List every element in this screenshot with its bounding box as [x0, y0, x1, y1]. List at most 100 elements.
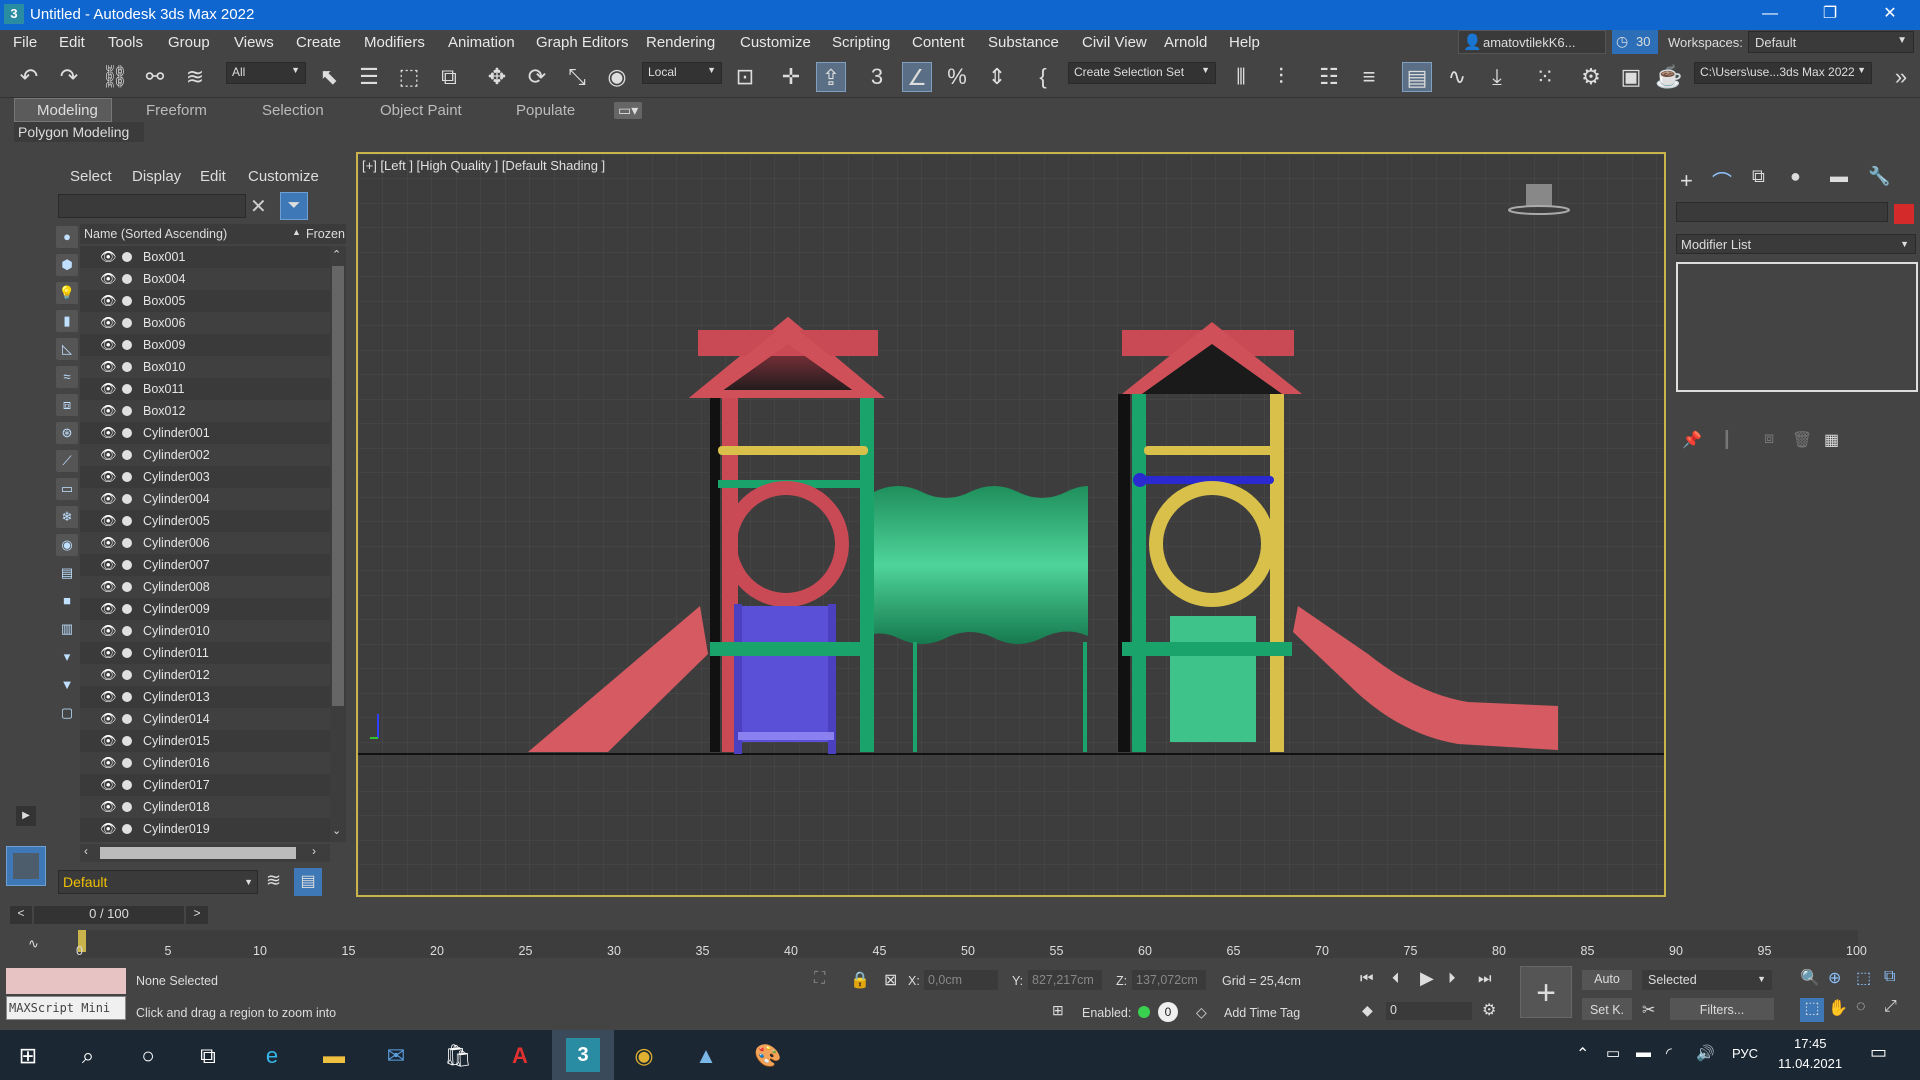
menu-content[interactable]: Content — [912, 34, 965, 51]
scroll-left-icon[interactable]: ‹ — [84, 844, 88, 858]
pivot-center-icon[interactable]: ⊡ — [730, 62, 760, 92]
xref-filter-icon[interactable]: ⊛ — [56, 422, 78, 444]
utilities-tab-icon[interactable]: 🔧 — [1868, 166, 1890, 187]
list-item[interactable]: 👁 Cylinder005 — [80, 510, 330, 532]
tray-chevron-icon[interactable]: ⌃ — [1576, 1044, 1589, 1064]
container-filter-icon[interactable]: ▭ — [56, 478, 78, 500]
selection-filter-dropdown[interactable]: All ▼ — [226, 62, 306, 84]
time-next-icon[interactable]: > — [186, 906, 208, 924]
list-item[interactable]: 👁 Box001 — [80, 246, 330, 268]
group-filter-icon[interactable]: ⧈ — [56, 394, 78, 416]
render-toggle-icon[interactable] — [122, 384, 132, 394]
list-icon[interactable]: ▥ — [56, 618, 78, 640]
acrobat-icon[interactable]: A — [502, 1038, 538, 1074]
funnel-icon[interactable]: ▾ — [56, 646, 78, 668]
explorer-tab-customize[interactable]: Customize — [248, 168, 319, 185]
visibility-eye-icon[interactable]: 👁 — [100, 422, 117, 444]
render-production-icon[interactable]: ☕ — [1654, 62, 1684, 92]
ribbon-tab-modeling[interactable]: Modeling — [14, 98, 112, 122]
place-icon[interactable]: ◉ — [602, 62, 632, 92]
select-by-name-icon[interactable]: ☰ — [354, 62, 384, 92]
time-config-icon[interactable]: ⚙ — [1482, 1000, 1496, 1020]
visibility-eye-icon[interactable]: 👁 — [100, 488, 117, 510]
visibility-eye-icon[interactable]: 👁 — [100, 598, 117, 620]
undo-icon[interactable]: ↶ — [14, 62, 44, 92]
trial-counter[interactable]: ◷ 30 — [1612, 30, 1658, 54]
column-name-header[interactable]: Name (Sorted Ascending) — [84, 227, 227, 241]
list-item[interactable]: 👁 Box011 — [80, 378, 330, 400]
account-dropdown[interactable]: 👤 amatovtilekK6... — [1458, 30, 1606, 54]
menu-rendering[interactable]: Rendering — [646, 34, 715, 51]
minimize-button[interactable]: — — [1740, 0, 1800, 30]
render-toggle-icon[interactable] — [122, 780, 132, 790]
list-item[interactable]: 👁 Cylinder007 — [80, 554, 330, 576]
menu-group[interactable]: Group — [168, 34, 210, 51]
show-end-result-icon[interactable]: ┃ — [1722, 430, 1732, 450]
render-toggle-icon[interactable] — [122, 626, 132, 636]
visibility-eye-icon[interactable]: 👁 — [100, 554, 117, 576]
viewport-label[interactable]: [+] [Left ] [High Quality ] [Default Sha… — [362, 158, 605, 173]
zoom-extents-all-icon[interactable]: ⧉ — [1884, 968, 1895, 986]
render-toggle-icon[interactable] — [122, 802, 132, 812]
schematic-view-icon[interactable]: ⤓ — [1482, 62, 1512, 92]
render-toggle-icon[interactable] — [122, 318, 132, 328]
modifier-list-dropdown[interactable]: Modifier List ▼ — [1676, 234, 1916, 254]
list-hscrollbar[interactable]: ‹ › — [80, 844, 330, 862]
visibility-eye-icon[interactable]: 👁 — [100, 246, 117, 268]
visibility-eye-icon[interactable]: 👁 — [100, 378, 117, 400]
menu-edit[interactable]: Edit — [59, 34, 85, 51]
add-time-tag[interactable]: Add Time Tag — [1224, 1006, 1300, 1020]
current-frame-field[interactable]: 0 — [1386, 1002, 1472, 1020]
link-icon[interactable]: ⛓ — [100, 62, 130, 92]
list-item[interactable]: 👁 Cylinder012 — [80, 664, 330, 686]
render-toggle-icon[interactable] — [122, 296, 132, 306]
time-tag-icon[interactable]: ◇ — [1196, 1004, 1207, 1021]
menu-graph-editors[interactable]: Graph Editors — [536, 34, 629, 51]
time-prev-icon[interactable]: < — [10, 906, 32, 924]
make-unique-icon[interactable]: ⧈ — [1764, 430, 1774, 448]
start-icon[interactable]: ⊞ — [10, 1038, 46, 1074]
select-manipulate-icon[interactable]: ✛ — [776, 62, 806, 92]
filter-down-icon[interactable]: ▼ — [56, 674, 78, 696]
render-toggle-icon[interactable] — [122, 714, 132, 724]
mirror-icon[interactable]: ⫴ — [1226, 62, 1256, 92]
folder-icon[interactable]: ▢ — [56, 702, 78, 724]
percent-snap-icon[interactable]: % — [942, 62, 972, 92]
isolate-icon[interactable]: ⛶ — [814, 970, 825, 988]
modify-tab-icon[interactable]: ⌒ — [1712, 166, 1732, 195]
object-color-swatch[interactable] — [1894, 204, 1914, 224]
render-toggle-icon[interactable] — [122, 494, 132, 504]
render-toggle-icon[interactable] — [122, 736, 132, 746]
adaptive-degradation-icon[interactable]: ⊞ — [1052, 1002, 1064, 1019]
move-icon[interactable]: ✥ — [482, 62, 512, 92]
render-toggle-icon[interactable] — [122, 252, 132, 262]
reference-coord-dropdown[interactable]: Local ▼ — [642, 62, 722, 84]
zoom-region-icon[interactable]: ⬚ — [1800, 998, 1824, 1022]
render-toggle-icon[interactable] — [122, 538, 132, 548]
list-item[interactable]: 👁 Cylinder010 — [80, 620, 330, 642]
all-icon[interactable]: ■ — [56, 590, 78, 612]
geometry-filter-icon[interactable]: ⬢ — [56, 254, 78, 276]
list-item[interactable]: 👁 Cylinder008 — [80, 576, 330, 598]
clock-time[interactable]: 17:45 — [1794, 1036, 1827, 1051]
render-toggle-icon[interactable] — [122, 692, 132, 702]
pin-stack-icon[interactable]: 📌 — [1682, 430, 1702, 450]
rotate-icon[interactable]: ⟳ — [522, 62, 552, 92]
list-item[interactable]: 👁 Box006 — [80, 312, 330, 334]
list-item[interactable]: 👁 Box010 — [80, 356, 330, 378]
list-item[interactable]: 👁 Box004 — [80, 268, 330, 290]
selection-set-dropdown[interactable]: Create Selection Set ▼ — [1068, 62, 1216, 84]
menu-tools[interactable]: Tools — [108, 34, 143, 51]
rect-selection-icon[interactable]: ⬚ — [394, 62, 424, 92]
viewport-left[interactable]: [+] [Left ] [High Quality ] [Default Sha… — [356, 152, 1666, 897]
wifi-icon[interactable]: ◜ — [1666, 1044, 1672, 1062]
x-coord-field[interactable]: 0,0cm — [924, 970, 998, 990]
layer-explorer-icon[interactable]: ≡ — [1354, 62, 1384, 92]
list-item[interactable]: 👁 Cylinder004 — [80, 488, 330, 510]
explorer-tab-edit[interactable]: Edit — [200, 168, 226, 185]
close-button[interactable]: ✕ — [1860, 0, 1920, 30]
rendered-frame-icon[interactable]: ▣ — [1616, 62, 1646, 92]
expand-panel-icon[interactable]: ▶ — [16, 806, 36, 826]
visibility-eye-icon[interactable]: 👁 — [100, 664, 117, 686]
scale-icon[interactable]: ⤡ — [562, 62, 592, 92]
